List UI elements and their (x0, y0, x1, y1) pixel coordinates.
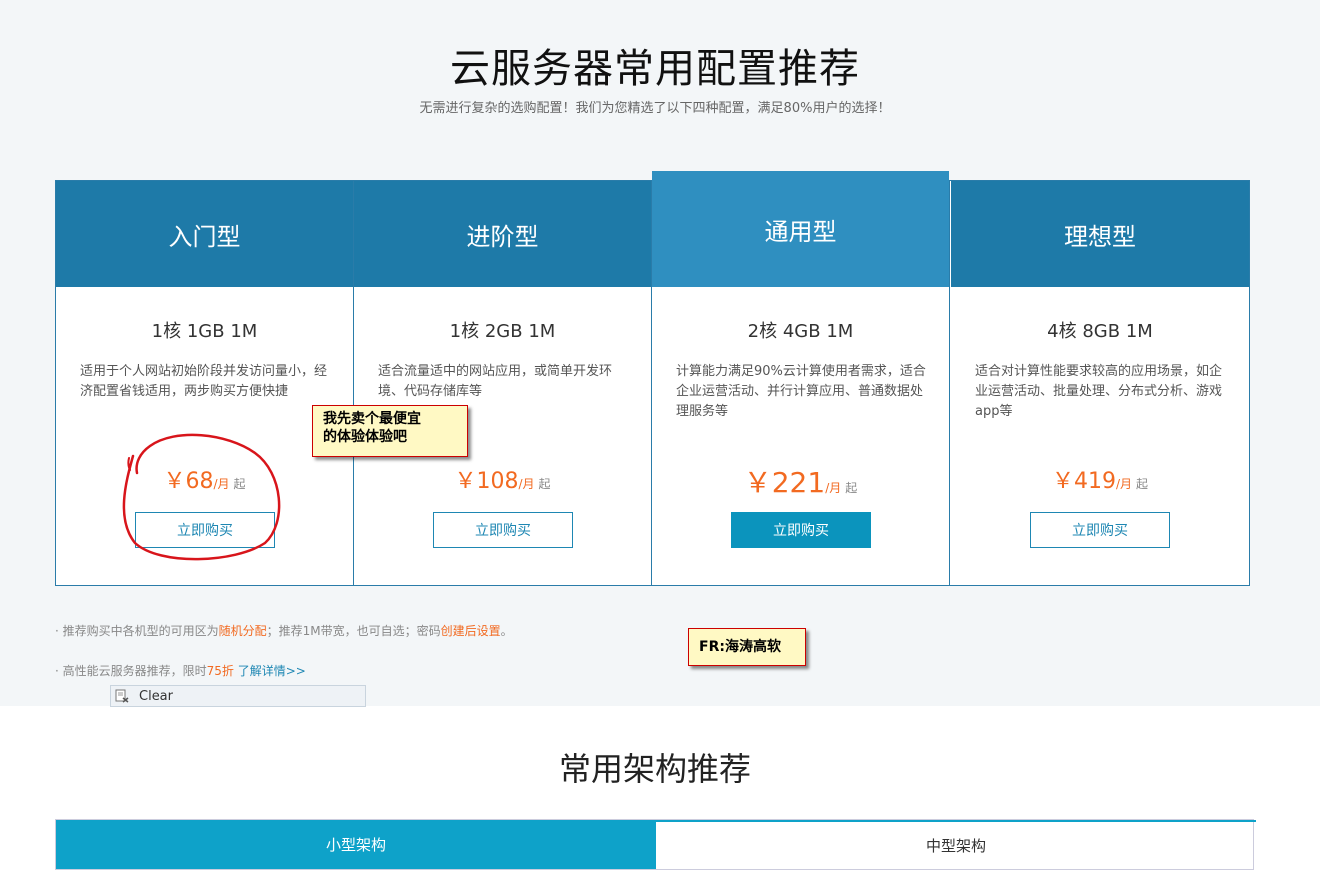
price-unit: /月 (518, 477, 535, 491)
buy-button[interactable]: 立即购买 (731, 512, 871, 548)
plan-spec: 2核 4GB 1M (747, 321, 854, 342)
plan-description: 适合流量适中的网站应用，或简单开发环境、代码存储库等 (378, 364, 613, 399)
annotation-callout-fr: FR:海涛高软 (688, 628, 806, 666)
annotation-callout-cheapest: 我先卖个最便宜 的体验体验吧 (312, 405, 468, 457)
buy-button[interactable]: 立即购买 (1030, 512, 1170, 548)
price-start: 起 (845, 481, 858, 495)
plan-spec: 1核 2GB 1M (449, 321, 556, 342)
plan-name: 通用型 (652, 171, 949, 287)
note-highlight: 创建后设置 (440, 624, 501, 638)
plan-description: 计算能力满足90%云计算使用者需求，适合企业运营活动、并行计算应用、普通数据处理… (676, 364, 926, 419)
price-unit: /月 (1115, 477, 1133, 491)
price-start: 起 (1136, 477, 1149, 491)
eraser-icon (115, 689, 129, 703)
note-text: · 推荐购买中各机型的可用区为 (55, 624, 219, 638)
purchase-note: · 推荐购买中各机型的可用区为随机分配；推荐1M带宽，也可自选；密码创建后设置。 (55, 622, 513, 639)
clear-label: Clear (139, 688, 173, 704)
plan-spec: 1核 1GB 1M (151, 321, 258, 342)
plan-price: ￥108/月起 (354, 463, 651, 495)
note-text: · 高性能云服务器推荐，限时 (55, 664, 207, 678)
plan-card-ideal: 理想型 4核 8GB 1M 适合对计算性能要求较高的应用场景，如企业运营活动、批… (951, 181, 1249, 585)
plan-name: 进阶型 (354, 181, 651, 287)
callout-text: FR:海涛高软 (699, 639, 781, 655)
price-unit: /月 (825, 481, 842, 495)
price-amount: ￥108 (454, 469, 519, 494)
page-subtitle: 无需进行复杂的选购配置！我们为您精选了以下四种配置，满足80%用户的选择！ (419, 101, 891, 116)
plan-card-advanced: 进阶型 1核 2GB 1M 适合流量适中的网站应用，或简单开发环境、代码存储库等… (354, 181, 652, 585)
plan-name: 入门型 (56, 181, 353, 287)
callout-line2: 的体验体验吧 (323, 429, 407, 445)
architecture-tabs: 小型架构 中型架构 (55, 819, 1256, 870)
plan-name: 理想型 (951, 181, 1249, 287)
architecture-title: 常用架构推荐 (558, 750, 751, 788)
price-start: 起 (538, 477, 551, 491)
page-title: 云服务器常用配置推荐 (450, 46, 860, 92)
tab-small-architecture[interactable]: 小型架构 (56, 820, 656, 869)
clear-button[interactable]: Clear (110, 685, 366, 707)
price-amount: ￥419 (1051, 469, 1116, 494)
plan-card-general: 通用型 2核 4GB 1M 计算能力满足90%云计算使用者需求，适合企业运营活动… (652, 171, 950, 585)
details-link[interactable]: 了解详情>> (238, 664, 306, 678)
plan-spec: 4核 8GB 1M (1047, 321, 1153, 342)
discount-highlight: 75折 (206, 664, 234, 678)
tab-medium-architecture[interactable]: 中型架构 (656, 820, 1256, 869)
note-highlight: 随机分配 (218, 624, 267, 638)
red-circle-annotation (122, 433, 281, 561)
plan-price: ￥221/月起 (652, 461, 949, 501)
note-text: 。 (500, 624, 513, 638)
plan-price: ￥419/月起 (951, 463, 1249, 495)
plan-description: 适用于个人网站初始阶段并发访问量小，经济配置省钱适用，两步购买方便快捷 (80, 364, 328, 399)
callout-line1: 我先卖个最便宜 (323, 411, 421, 427)
plan-description: 适合对计算性能要求较高的应用场景，如企业运营活动、批量处理、分布式分析、游戏ap… (975, 364, 1223, 419)
promo-note: · 高性能云服务器推荐，限时75折 了解详情>> (55, 662, 306, 679)
note-text: ；推荐1M带宽，也可自选；密码 (266, 624, 441, 638)
price-amount: ￥221 (743, 466, 826, 499)
buy-button[interactable]: 立即购买 (433, 512, 573, 548)
